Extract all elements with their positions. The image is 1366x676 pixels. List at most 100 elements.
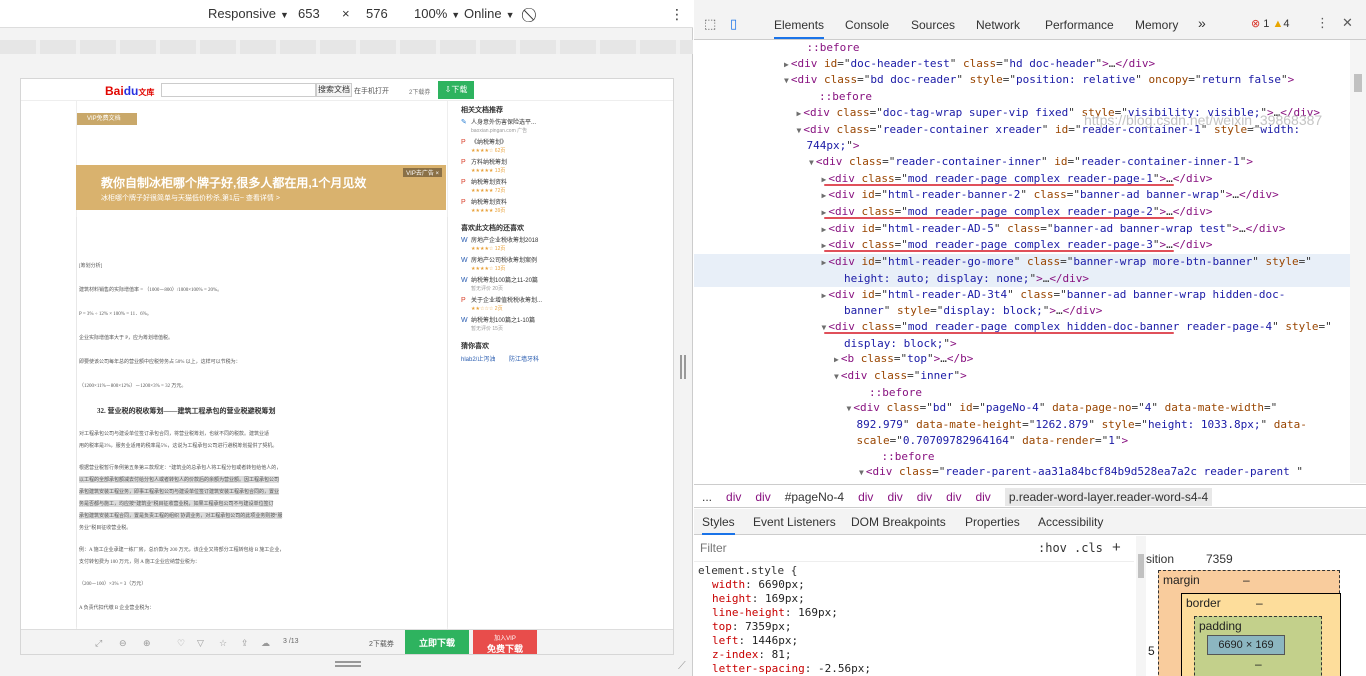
side-list-item[interactable]: P 纳税筹划资料 ★★★★★ 72页 xyxy=(461,179,561,195)
css-property-name[interactable]: letter-spacing xyxy=(712,662,805,675)
class-toggle[interactable]: .cls xyxy=(1074,541,1103,555)
device-mode-select[interactable]: Responsive ▼ xyxy=(208,6,289,21)
favorite-icon[interactable]: ☆ xyxy=(219,638,227,649)
tab-elements[interactable]: Elements xyxy=(774,18,825,39)
join-vip-button[interactable]: 加入VIP 免费下载 xyxy=(473,630,537,654)
breadcrumb-item[interactable]: p.reader-word-layer.reader-word-s4-4 xyxy=(1004,488,1213,506)
position-value[interactable]: 7359 xyxy=(1206,552,1233,566)
inspect-element-icon[interactable]: ⬚ xyxy=(704,16,716,32)
dom-node-line[interactable]: 892.979" data-mate-height="1262.879" sty… xyxy=(694,417,1350,433)
guess-tag[interactable]: hlab2/止泻油 xyxy=(461,357,495,363)
styles-scrollbar[interactable] xyxy=(1136,536,1146,676)
scrollbar-thumb[interactable] xyxy=(1354,74,1362,92)
dom-node-line[interactable]: ▶ <div id="html-reader-AD-5" class="banne… xyxy=(694,221,1350,238)
dom-node-line[interactable]: ::before xyxy=(694,449,1350,465)
more-options-icon[interactable]: ⋮ xyxy=(670,6,684,23)
dom-node-line[interactable]: height: auto; display: none;">…</div> xyxy=(694,270,1350,287)
css-property-value[interactable]: 169px; xyxy=(798,606,838,619)
tab-memory[interactable]: Memory xyxy=(1135,18,1178,32)
elements-scrollbar[interactable] xyxy=(1350,40,1366,483)
css-declaration[interactable]: line-height: 169px; xyxy=(698,606,871,620)
dom-node-line[interactable]: ::before xyxy=(694,89,1350,105)
css-property-value[interactable]: 7359px; xyxy=(745,620,791,633)
dom-node-line[interactable]: ::before xyxy=(694,385,1350,401)
close-icon[interactable]: ✕ xyxy=(1342,15,1353,31)
breadcrumb-item[interactable]: #pageNo-4 xyxy=(785,490,844,504)
expanded-arrow-icon[interactable]: ▼ xyxy=(797,126,802,135)
side-list-item[interactable]: W 房地产企业税收筹划2018 ★★★★☆ 12页 xyxy=(461,237,561,253)
css-declaration[interactable]: letter-spacing: -2.56px; xyxy=(698,662,871,676)
css-declaration[interactable]: top: 7359px; xyxy=(698,620,871,634)
settings-icon[interactable]: ⋮ xyxy=(1316,15,1329,31)
more-tabs-icon[interactable]: » xyxy=(1198,15,1206,31)
css-property-name[interactable]: width xyxy=(712,578,745,591)
dom-node-line[interactable]: ▶ <div id="html-reader-banner-2" class="b… xyxy=(694,187,1350,204)
baidu-wenku-logo[interactable]: Baidu文库 xyxy=(105,84,154,98)
scrollbar-thumb[interactable] xyxy=(1138,554,1144,578)
dom-node-line[interactable]: ▶ <div class="mod reader-page complex rea… xyxy=(694,171,1350,188)
side-list-item[interactable]: P 方料纳税筹划 ★★★★★ 13页 xyxy=(461,159,561,175)
collapsed-arrow-icon[interactable]: ▶ xyxy=(797,109,802,118)
dom-node-line[interactable]: ▶ <div id="doc-header-test" class="hd doc… xyxy=(694,56,1350,73)
thumb-up-icon[interactable]: ♡ xyxy=(177,638,185,649)
side-list-item[interactable]: P 关于企业增值税税收筹划... ★★☆☆☆ 2页 xyxy=(461,297,561,313)
zoom-select[interactable]: 100% ▼ xyxy=(414,6,460,21)
dom-node-line[interactable]: ▶ <div class="mod reader-page complex rea… xyxy=(694,237,1350,254)
css-declaration[interactable]: height: 169px; xyxy=(698,592,871,606)
expanded-arrow-icon[interactable]: ▼ xyxy=(784,76,789,85)
expanded-arrow-icon[interactable]: ▼ xyxy=(859,468,864,477)
breadcrumb-item[interactable]: div xyxy=(917,490,932,504)
side-list-item[interactable]: W 纳税筹划100篇之11-20篇 暂无评价 20页 xyxy=(461,277,561,293)
breadcrumb-item[interactable]: div xyxy=(755,490,770,504)
tab-sources[interactable]: Sources xyxy=(911,18,955,32)
tab-properties[interactable]: Properties xyxy=(965,515,1020,529)
dom-node-line[interactable]: ::before xyxy=(694,40,1350,56)
left-value[interactable]: 5 xyxy=(1148,644,1155,658)
breadcrumb-item[interactable]: div xyxy=(858,490,873,504)
issue-counter[interactable]: ⊗ 1 ▲4 xyxy=(1251,17,1289,30)
dom-node-line[interactable]: ▼ <div class="bd" id="pageNo-4" data-page… xyxy=(694,400,1350,417)
expanded-arrow-icon[interactable]: ▼ xyxy=(822,323,827,332)
dom-node-line[interactable]: style="position: relative; top: 0px; lef… xyxy=(694,481,1350,483)
side-list-item[interactable]: W 房地产公司税收筹划案例 ★★★★☆ 13页 xyxy=(461,257,561,273)
breadcrumb-item[interactable]: div xyxy=(726,490,741,504)
dom-node-line[interactable]: ▼ <div class="bd doc-reader" style="posit… xyxy=(694,72,1350,89)
css-property-name[interactable]: height xyxy=(712,592,752,605)
collapsed-arrow-icon[interactable]: ▶ xyxy=(822,175,827,184)
css-declaration[interactable]: z-index: 81; xyxy=(698,648,871,662)
width-resize-handle[interactable] xyxy=(680,355,686,379)
border-value[interactable]: – xyxy=(1256,596,1263,610)
breadcrumb-item[interactable]: div xyxy=(946,490,961,504)
hover-state-toggle[interactable]: :hov xyxy=(1038,541,1067,555)
thumb-down-icon[interactable]: ▽ xyxy=(197,638,204,649)
device-toggle-icon[interactable]: ▯ xyxy=(730,16,737,32)
header-download-button[interactable]: ⇩下载 xyxy=(438,81,474,99)
css-property-value[interactable]: 81; xyxy=(772,648,792,661)
css-declaration[interactable]: left: 1446px; xyxy=(698,634,871,648)
zoom-out-icon[interactable]: ⊖ xyxy=(119,638,127,649)
collapsed-arrow-icon[interactable]: ▶ xyxy=(784,60,789,69)
corner-resize-icon[interactable]: ⟋ xyxy=(678,660,686,673)
dom-node-line[interactable]: ▶ <b class="top">…</b> xyxy=(694,351,1350,368)
css-property-value[interactable]: 6690px; xyxy=(758,578,804,591)
css-property-value[interactable]: 169px; xyxy=(765,592,805,605)
collapsed-arrow-icon[interactable]: ▶ xyxy=(834,355,839,364)
expanded-arrow-icon[interactable]: ▼ xyxy=(847,404,852,413)
tab-styles[interactable]: Styles xyxy=(702,515,735,535)
css-property-value[interactable]: -2.56px; xyxy=(818,662,871,675)
collapsed-arrow-icon[interactable]: ▶ xyxy=(822,225,827,234)
dom-node-line[interactable]: ▶ <div id="html-reader-AD-3t4" class="ban… xyxy=(694,287,1350,304)
page-indicator[interactable]: 3 /13 xyxy=(283,638,299,645)
guess-tag[interactable]: 防江墙牙科 xyxy=(509,357,539,363)
content-box[interactable]: 6690 × 169 xyxy=(1207,635,1285,655)
tab-event-listeners[interactable]: Event Listeners xyxy=(753,515,836,529)
new-style-rule-button[interactable]: + xyxy=(1112,539,1121,556)
dom-node-line[interactable]: 744px;"> xyxy=(694,138,1350,154)
share-icon[interactable]: ⇪ xyxy=(241,638,249,649)
css-property-name[interactable]: z-index xyxy=(712,648,758,661)
side-list-item[interactable]: ✎ 人身意外伤害保险选平... baoxian.pingan.com 广告 xyxy=(461,119,561,135)
side-list-item[interactable]: W 纳税筹划100篇之1-10篇 暂无评价 15页 xyxy=(461,317,561,333)
dom-node-line[interactable]: scale="0.70709782964164" data-render="1"… xyxy=(694,433,1350,449)
breadcrumb-item[interactable]: ... xyxy=(702,490,712,504)
side-list-item[interactable]: P 《纳税筹划》 ★★★★☆ 62页 xyxy=(461,139,561,155)
